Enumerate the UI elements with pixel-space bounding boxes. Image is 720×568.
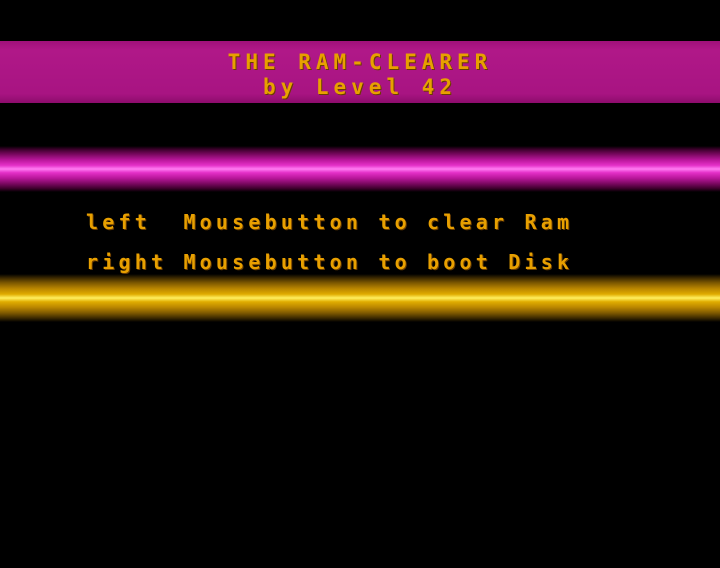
program-title: THE RAM-CLEARER [227,50,493,74]
gold-copper-bar [0,274,720,322]
magenta-copper-bar [0,146,720,192]
program-credit: by Level 42 [262,75,458,99]
instruction-left-mousebutton: left Mousebutton to clear Ram [86,210,574,234]
instruction-right-mousebutton: right Mousebutton to boot Disk [86,250,574,274]
